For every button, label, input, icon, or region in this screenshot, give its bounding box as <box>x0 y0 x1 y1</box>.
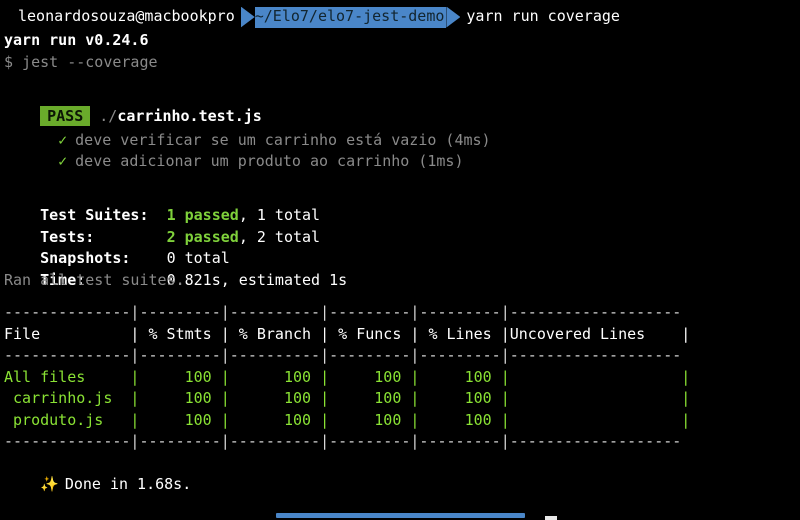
summary-row-test-suites: Test Suites: 1 passed, 1 total <box>0 184 800 224</box>
scrollbar-end-mark <box>545 516 557 520</box>
coverage-table-header-row: File | % Stmts | % Branch | % Funcs | % … <box>4 324 691 343</box>
prompt-path-text: ~/Elo7/elo7-jest-demo <box>254 6 447 28</box>
summary-rest: 0.821s, estimated 1s <box>166 270 348 289</box>
done-line: ✨ Done in 1.68s. <box>0 453 800 493</box>
summary-label: Tests: <box>40 227 95 246</box>
summary-rest: 0 total <box>166 249 230 267</box>
prompt-command: yarn run coverage <box>466 7 620 26</box>
ran-all-suites-line: Ran all test suites. <box>4 270 185 289</box>
coverage-table-rule-top: --------------|---------|----------|----… <box>4 303 682 321</box>
terminal-window: leonardosouza@macbookpro ~/Elo7/elo7-jes… <box>0 0 800 520</box>
table-row: All files | 100 | 100 | 100 | 100 | | <box>4 367 691 386</box>
powerline-arrow-left-icon <box>240 6 255 28</box>
check-icon: ✓ <box>58 130 68 149</box>
summary-highlight: 2 passed <box>166 227 239 246</box>
summary-rest: , 1 total <box>238 206 321 224</box>
test-file-name: carrinho.test.js <box>117 106 262 125</box>
prompt-path-segment: ~/Elo7/elo7-jest-demo <box>240 6 461 28</box>
shell-prompt-line: leonardosouza@macbookpro ~/Elo7/elo7-jes… <box>0 4 800 30</box>
pass-status-badge: PASS <box>40 105 91 126</box>
summary-rest: , 2 total <box>238 227 321 246</box>
scrollbar-thumb[interactable] <box>276 513 525 518</box>
done-text: Done in 1.68s. <box>64 475 192 493</box>
summary-label: Snapshots: <box>40 249 131 267</box>
coverage-table-rule-bottom: --------------|---------|----------|----… <box>4 432 682 450</box>
summary-highlight: 1 passed <box>166 206 239 224</box>
coverage-table-rule-middle: --------------|---------|----------|----… <box>4 346 682 364</box>
summary-pad <box>94 228 166 246</box>
horizontal-scrollbar[interactable] <box>0 512 800 520</box>
test-file-path-prefix: ./ <box>99 106 118 125</box>
jest-command-line: $ jest --coverage <box>4 52 158 71</box>
check-icon: ✓ <box>58 152 68 170</box>
table-row: produto.js | 100 | 100 | 100 | 100 | | <box>4 410 691 429</box>
table-row: carrinho.js | 100 | 100 | 100 | 100 | | <box>4 389 691 407</box>
test-case-name: deve verificar se um carrinho está vazio… <box>75 130 491 149</box>
test-file-result-line: PASS ./carrinho.test.js <box>0 84 800 126</box>
test-case-name: deve adicionar um produto ao carrinho (1… <box>75 152 464 170</box>
summary-label: Test Suites: <box>40 206 149 224</box>
sparkles-icon: ✨ <box>40 475 59 493</box>
prompt-user-host: leonardosouza@macbookpro <box>18 7 235 26</box>
summary-pad <box>130 249 166 267</box>
yarn-version-line: yarn run v0.24.6 <box>4 31 149 49</box>
summary-pad <box>149 206 167 224</box>
powerline-arrow-right-icon <box>446 6 461 28</box>
